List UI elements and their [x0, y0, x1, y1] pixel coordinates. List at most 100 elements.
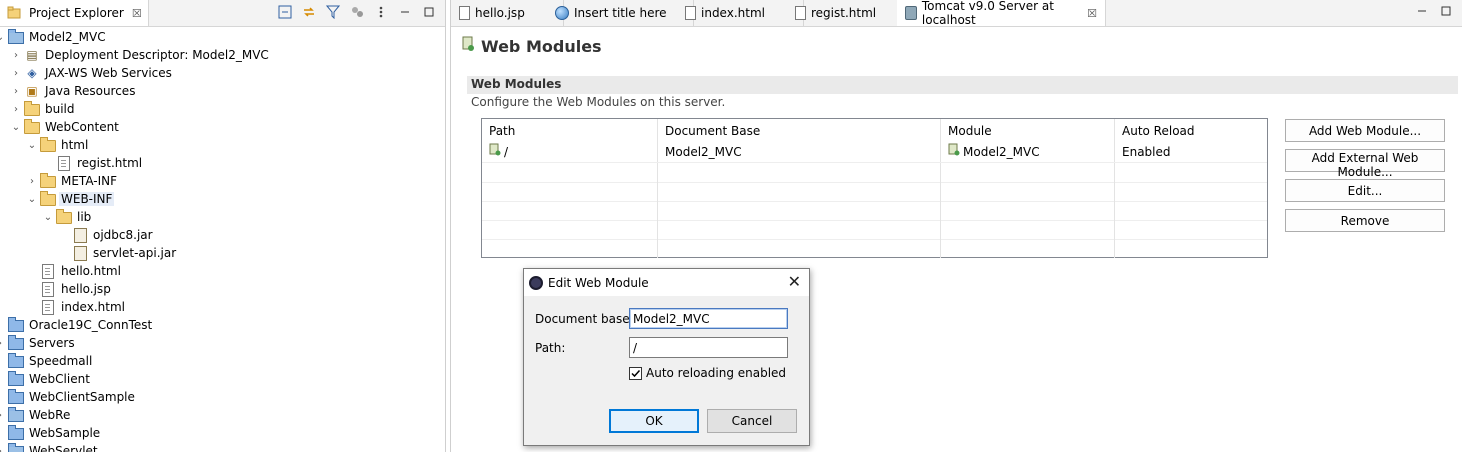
tree-item[interactable]: ⌄ WebContent — [10, 118, 121, 136]
tree-item[interactable]: WebClientSample — [0, 388, 137, 406]
tab-tomcat-server[interactable]: Tomcat v9.0 Server at localhost ☒ — [897, 0, 1106, 27]
tree-item[interactable]: ⌄ Model2_MVC — [0, 28, 108, 46]
cell-text: / — [504, 145, 509, 159]
tree-item[interactable]: ⌄ lib — [42, 208, 93, 226]
document-base-label: Document base: — [535, 312, 634, 326]
folder-icon — [56, 209, 72, 225]
tree-item[interactable]: index.html — [26, 298, 127, 316]
column-header[interactable]: Document Base — [658, 119, 941, 143]
tab-label: Project Explorer — [29, 6, 124, 20]
chevron-right-icon[interactable]: › — [10, 68, 22, 79]
editor-window-controls — [1416, 5, 1452, 20]
add-web-module-button[interactable]: Add Web Module... — [1285, 119, 1445, 142]
section-description: Configure the Web Modules on this server… — [471, 95, 726, 109]
chevron-down-icon[interactable]: ⌄ — [26, 194, 38, 205]
table-cell: Enabled — [1122, 145, 1171, 159]
table-header: Path Document Base Module Auto Reload — [482, 119, 1267, 143]
column-header[interactable]: Module — [941, 119, 1115, 143]
working-set-icon[interactable] — [349, 4, 365, 20]
tree-item-label: html — [61, 138, 89, 152]
chevron-right-icon[interactable]: › — [0, 446, 6, 452]
project-web-icon — [8, 407, 24, 423]
document-base-input[interactable] — [629, 308, 788, 329]
close-icon[interactable]: ☒ — [132, 7, 142, 20]
chevron-down-icon[interactable]: ⌄ — [26, 140, 38, 151]
edit-web-module-dialog: Edit Web Module ✕ Document base: Path: A… — [523, 268, 810, 446]
chevron-right-icon[interactable]: › — [10, 50, 22, 61]
tree-item[interactable]: › WebRe — [0, 406, 72, 424]
close-icon[interactable]: ✕ — [788, 272, 801, 291]
tree-item[interactable]: ojdbc8.jar — [58, 226, 155, 244]
tree-item[interactable]: › ◈ JAX-WS Web Services — [10, 64, 174, 82]
folder-icon — [40, 137, 56, 153]
web-module-icon — [489, 143, 501, 163]
tree-item-label: index.html — [61, 300, 125, 314]
chevron-right-icon[interactable]: › — [10, 86, 22, 97]
tree-item[interactable]: servlet-api.jar — [58, 244, 178, 262]
tab-project-explorer[interactable]: Project Explorer ☒ — [0, 0, 149, 26]
tree-item[interactable]: hello.jsp — [26, 280, 113, 298]
tree-item-label: Oracle19C_ConnTest — [29, 318, 153, 332]
maximize-icon[interactable] — [421, 4, 437, 20]
tree-item-label: Servers — [29, 336, 75, 350]
web-module-icon — [948, 143, 960, 163]
table-row[interactable]: / Model2_MVC Model2_MVC Enabled — [482, 143, 1267, 163]
close-icon[interactable]: ☒ — [1087, 7, 1097, 20]
tree-item[interactable]: › WebServlet — [0, 442, 100, 452]
dialog-titlebar[interactable]: Edit Web Module ✕ — [524, 269, 809, 296]
tree-item[interactable]: WebSample — [0, 424, 102, 442]
tree-item[interactable]: ⌄ html — [26, 136, 90, 154]
chevron-right-icon[interactable]: › — [10, 104, 22, 115]
tab-label: index.html — [701, 6, 765, 20]
chevron-down-icon[interactable]: ⌄ — [10, 122, 22, 133]
table-row-empty — [482, 201, 1267, 221]
add-external-web-module-button[interactable]: Add External Web Module... — [1285, 149, 1445, 179]
project-icon — [8, 371, 24, 387]
chevron-right-icon[interactable]: › — [0, 410, 6, 421]
tree-item[interactable]: Speedmall — [0, 352, 94, 370]
tree-item[interactable]: WebClient — [0, 370, 92, 388]
tree-item[interactable]: › ▣ Java Resources — [10, 82, 137, 100]
html-file-icon — [40, 263, 56, 279]
cancel-button[interactable]: Cancel — [707, 409, 797, 433]
tree-item[interactable]: › ▤ Deployment Descriptor: Model2_MVC — [10, 46, 271, 64]
tree-item[interactable]: ⌄ WEB-INF — [26, 190, 115, 208]
minimize-icon[interactable] — [1416, 5, 1428, 20]
tab-label: Tomcat v9.0 Server at localhost — [921, 0, 1054, 27]
dialog-title: Edit Web Module — [548, 275, 649, 290]
explorer-tabbar: Project Explorer ☒ — [0, 0, 445, 27]
maximize-icon[interactable] — [1440, 5, 1452, 20]
tab-regist-html[interactable]: regist.html — [787, 0, 914, 26]
table-row-empty — [482, 239, 1267, 258]
link-with-editor-icon[interactable] — [301, 4, 317, 20]
web-modules-table[interactable]: Path Document Base Module Auto Reload / … — [481, 118, 1268, 258]
tree-item[interactable]: › build — [10, 100, 77, 118]
tree-item[interactable]: Oracle19C_ConnTest — [0, 316, 154, 334]
chevron-down-icon[interactable]: ⌄ — [0, 32, 6, 43]
jsp-file-icon — [40, 281, 56, 297]
tree-item[interactable]: regist.html — [42, 154, 144, 172]
tree-item[interactable]: › META-INF — [26, 172, 119, 190]
ok-button[interactable]: OK — [609, 409, 699, 433]
chevron-down-icon[interactable]: ⌄ — [42, 212, 54, 223]
auto-reload-checkbox[interactable] — [629, 367, 642, 380]
tree-item[interactable]: › Servers — [0, 334, 77, 352]
minimize-icon[interactable] — [397, 4, 413, 20]
tree-item-label: servlet-api.jar — [93, 246, 177, 260]
path-input[interactable] — [629, 337, 788, 358]
chevron-right-icon[interactable]: › — [0, 338, 6, 349]
tab-insert-title-here[interactable]: Insert title here — [547, 0, 694, 26]
edit-button[interactable]: Edit... — [1285, 179, 1445, 202]
tree-item-label: regist.html — [77, 156, 143, 170]
view-menu-icon[interactable] — [373, 4, 389, 20]
globe-icon — [555, 6, 569, 20]
column-header[interactable]: Path — [482, 119, 658, 143]
remove-button[interactable]: Remove — [1285, 209, 1445, 232]
column-header[interactable]: Auto Reload — [1115, 119, 1267, 143]
tree-item[interactable]: hello.html — [26, 262, 123, 280]
tab-index-html[interactable]: index.html — [677, 0, 804, 26]
tree-item-label: build — [45, 102, 75, 116]
filter-icon[interactable] — [325, 4, 341, 20]
chevron-right-icon[interactable]: › — [26, 176, 38, 187]
collapse-all-icon[interactable] — [277, 4, 293, 20]
